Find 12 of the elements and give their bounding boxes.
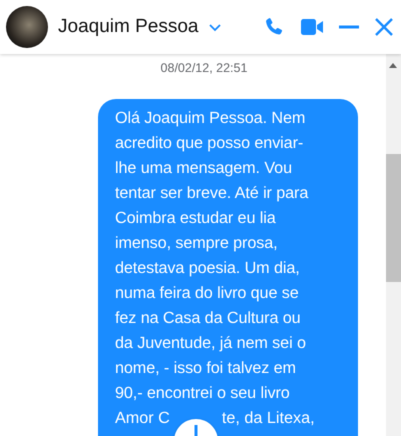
scrollbar[interactable] [386,54,401,436]
close-icon[interactable] [375,18,393,36]
contact-name[interactable]: Joaquim Pessoa [58,16,198,38]
timestamp: 08/02/12, 22:51 [160,61,248,75]
avatar [6,6,48,48]
scrollbar-thumb[interactable] [386,154,401,282]
chevron-down-icon[interactable] [208,22,222,32]
minimize-icon[interactable] [339,25,359,29]
video-camera-icon[interactable] [301,18,323,36]
scroll-up-arrow-icon[interactable] [389,63,397,68]
message-text: te, da Litexa, [222,408,315,429]
message-text: Amor C [115,408,170,429]
